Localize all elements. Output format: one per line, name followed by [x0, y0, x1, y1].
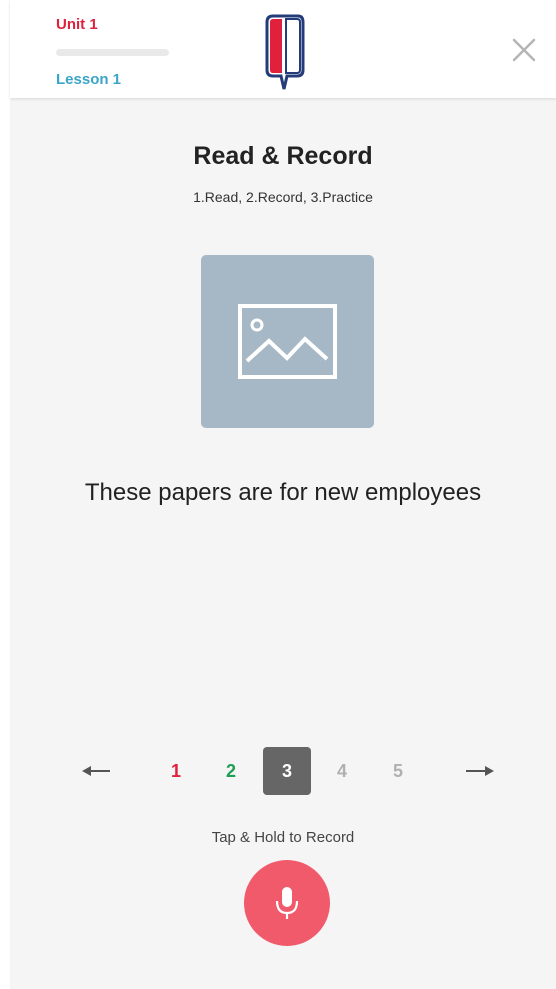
app-screen: Unit 1 Lesson 1 Read & Record 1.Read, 2.… [10, 0, 556, 989]
page-3-button[interactable]: 3 [263, 747, 311, 795]
microphone-icon [275, 887, 299, 919]
speech-bubble-logo-icon [260, 12, 308, 92]
lesson-progress-bar [56, 49, 169, 56]
page-5-button[interactable]: 5 [374, 747, 422, 795]
lesson-header: Unit 1 Lesson 1 [10, 0, 556, 98]
record-button[interactable] [244, 860, 330, 946]
arrow-left-icon [82, 766, 110, 776]
close-button[interactable] [508, 34, 540, 66]
sentence-pager: 1 2 3 4 5 [10, 746, 556, 796]
arrow-right-icon [466, 766, 494, 776]
unit-label: Unit 1 [56, 16, 98, 33]
next-button[interactable] [464, 759, 496, 783]
exercise-steps: 1.Read, 2.Record, 3.Practice [193, 189, 373, 205]
page-4-button[interactable]: 4 [318, 747, 366, 795]
close-icon [512, 38, 536, 62]
image-placeholder-icon [238, 304, 337, 379]
page-1-button[interactable]: 1 [152, 747, 200, 795]
exercise-image [201, 255, 374, 428]
previous-button[interactable] [80, 759, 112, 783]
record-hint: Tap & Hold to Record [211, 829, 355, 846]
exercise-title: Read & Record [193, 142, 373, 170]
page-2-button[interactable]: 2 [207, 747, 255, 795]
practice-sentence: These papers are for new employees [84, 479, 482, 506]
lesson-label: Lesson 1 [56, 71, 122, 88]
